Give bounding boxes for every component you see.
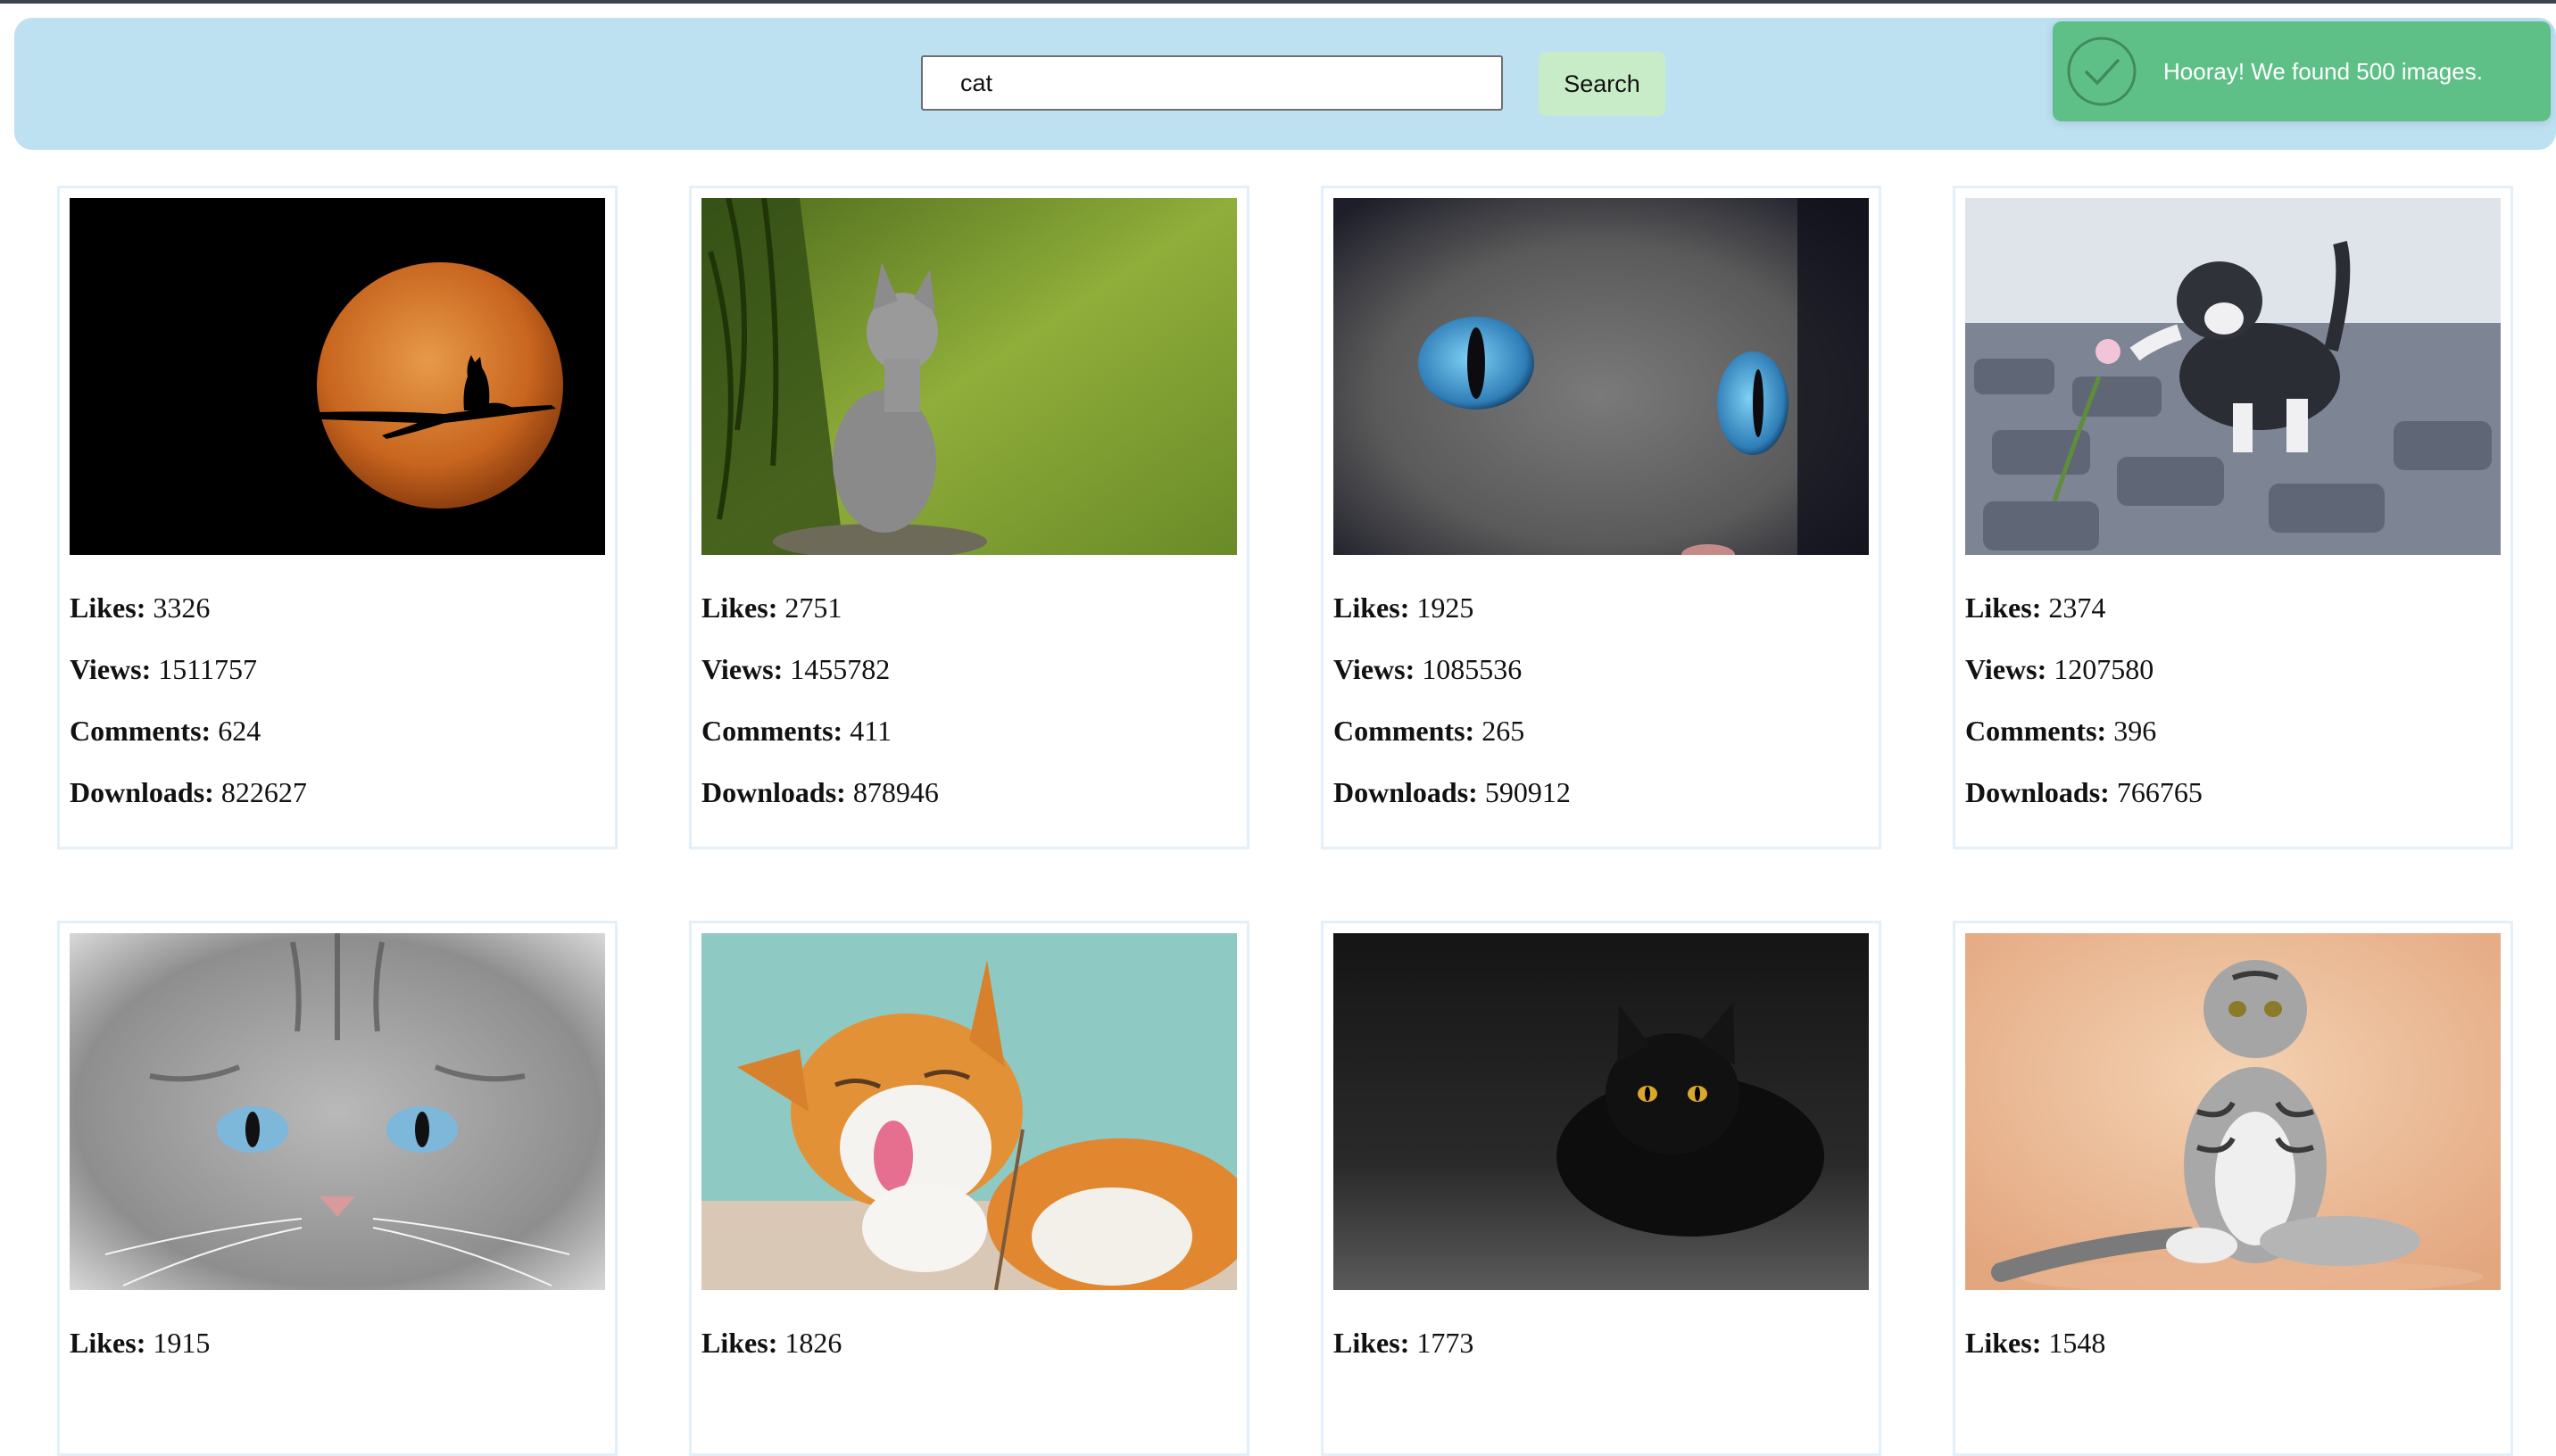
check-circle-icon: [2067, 37, 2137, 106]
grey-cat-face-image[interactable]: [70, 933, 605, 1290]
downloads-stat: Downloads: 590912: [1333, 776, 1571, 808]
image-card[interactable]: Likes: 1925 Views: 1085536 Comments: 265…: [1321, 186, 1881, 849]
likes-stat: Likes: 2374: [1965, 592, 2106, 624]
views-stat: Views: 1085536: [1333, 653, 1523, 685]
likes-stat: Likes: 1826: [701, 1327, 842, 1359]
scottish-fold-sitting-image[interactable]: [1965, 933, 2501, 1290]
comments-stat: Comments: 265: [1333, 715, 1525, 747]
likes-stat: Likes: 1925: [1333, 592, 1474, 624]
image-card[interactable]: Likes: 1548: [1953, 921, 2513, 1456]
views-stat: Views: 1207580: [1965, 653, 2154, 685]
image-card[interactable]: Likes: 3326 Views: 1511757 Comments: 624…: [57, 186, 618, 849]
image-card[interactable]: Likes: 2374 Views: 1207580 Comments: 396…: [1953, 186, 2513, 849]
likes-stat: Likes: 1915: [70, 1327, 211, 1359]
likes-stat: Likes: 2751: [701, 592, 842, 624]
comments-stat: Comments: 411: [701, 715, 892, 747]
likes-stat: Likes: 1548: [1965, 1327, 2106, 1359]
search-input[interactable]: [921, 55, 1503, 111]
likes-stat: Likes: 1773: [1333, 1327, 1474, 1359]
cat-silhouette-moon-image[interactable]: [70, 198, 605, 555]
image-card[interactable]: Likes: 1826: [689, 921, 1249, 1456]
image-card[interactable]: Likes: 2751 Views: 1455782 Comments: 411…: [689, 186, 1249, 849]
window-top-border: [0, 0, 2556, 4]
downloads-stat: Downloads: 766765: [1965, 776, 2203, 808]
image-card[interactable]: Likes: 1915: [57, 921, 618, 1456]
likes-stat: Likes: 3326: [70, 592, 211, 624]
search-button[interactable]: Search: [1539, 52, 1665, 116]
kitten-with-flower-image[interactable]: [1965, 198, 2501, 555]
comments-stat: Comments: 396: [1965, 715, 2157, 747]
notification-toast[interactable]: Hooray! We found 500 images.: [2053, 21, 2551, 121]
black-cat-dark-image[interactable]: [1333, 933, 1869, 1290]
downloads-stat: Downloads: 822627: [70, 776, 307, 808]
orange-cat-licking-image[interactable]: [701, 933, 1237, 1290]
comments-stat: Comments: 624: [70, 715, 261, 747]
downloads-stat: Downloads: 878946: [701, 776, 939, 808]
views-stat: Views: 1511757: [70, 653, 258, 685]
cat-blue-eyes-closeup-image[interactable]: [1333, 198, 1869, 555]
toast-message: Hooray! We found 500 images.: [2163, 57, 2483, 85]
views-stat: Views: 1455782: [701, 653, 891, 685]
grey-kitten-in-forest-image[interactable]: [701, 198, 1237, 555]
image-card[interactable]: Likes: 1773: [1321, 921, 1881, 1456]
